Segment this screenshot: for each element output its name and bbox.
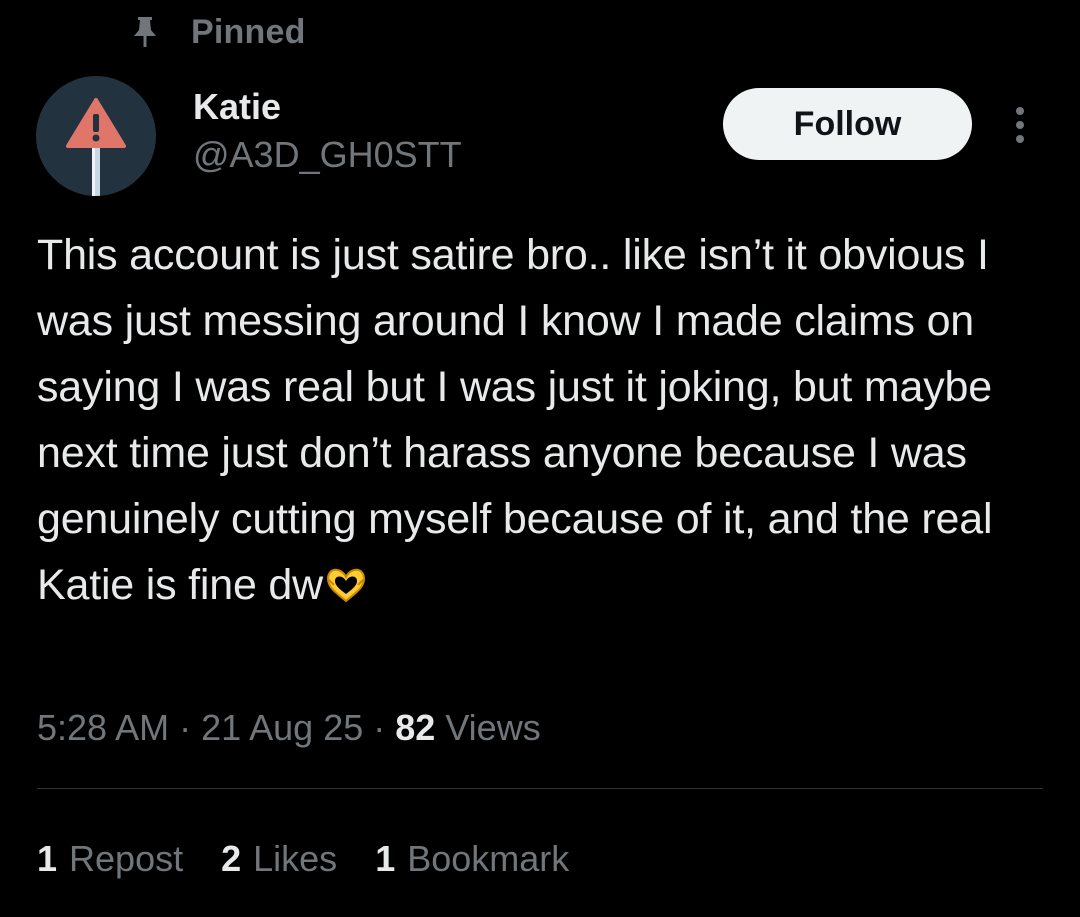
reposts-count: 1	[37, 838, 58, 879]
likes-stat[interactable]: 2 Likes	[221, 833, 337, 885]
likes-label: Likes	[253, 838, 338, 879]
meta-separator: ·	[169, 707, 202, 748]
author-info: Katie @A3D_GH0STT	[193, 84, 462, 178]
follow-button[interactable]: Follow	[723, 88, 972, 160]
tweet-text-content: This account is just satire bro.. like i…	[37, 231, 993, 609]
pinned-label: Pinned	[191, 12, 306, 51]
tweet-date: 21 Aug 25	[201, 707, 364, 748]
divider	[37, 788, 1043, 789]
reposts-label: Repost	[69, 838, 184, 879]
pinned-indicator: Pinned	[130, 10, 306, 54]
user-handle[interactable]: @A3D_GH0STT	[193, 132, 462, 178]
pin-icon	[130, 15, 160, 49]
heart-hands-emoji	[324, 556, 368, 622]
bookmarks-stat[interactable]: 1 Bookmark	[375, 833, 569, 885]
meta-separator: ·	[363, 707, 396, 748]
engagement-stats: 1 Repost 2 Likes 1 Bookmark	[37, 833, 607, 885]
tweet-text: This account is just satire bro.. like i…	[37, 222, 1047, 622]
display-name[interactable]: Katie	[193, 84, 462, 130]
bookmarks-label: Bookmark	[407, 838, 570, 879]
warning-sign-icon	[66, 98, 126, 196]
avatar[interactable]	[36, 76, 156, 196]
bookmarks-count: 1	[375, 838, 396, 879]
more-vertical-icon[interactable]	[1003, 100, 1037, 150]
tweet-meta: 5:28 AM · 21 Aug 25 · 82 Views	[37, 702, 541, 754]
views-count[interactable]: 82	[395, 707, 435, 748]
views-label[interactable]: Views	[435, 707, 540, 748]
reposts-stat[interactable]: 1 Repost	[37, 833, 183, 885]
tweet-time: 5:28 AM	[37, 707, 170, 748]
likes-count: 2	[221, 838, 242, 879]
